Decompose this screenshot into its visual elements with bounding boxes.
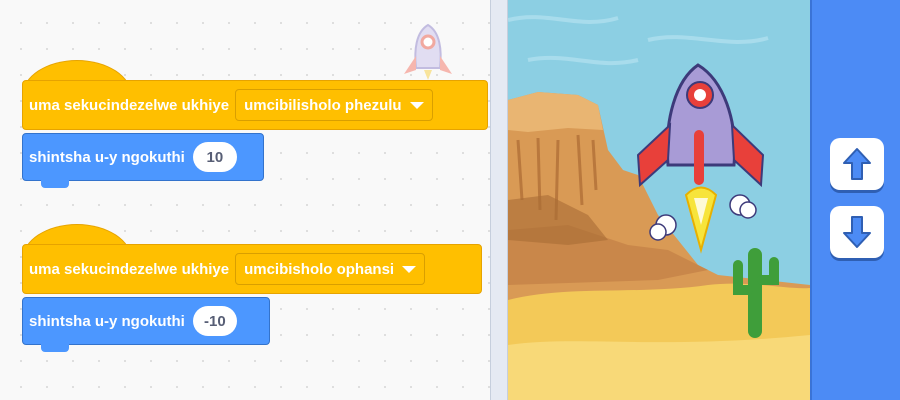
down-arrow-button[interactable] — [830, 206, 884, 258]
chevron-down-icon[interactable] — [402, 265, 417, 273]
change-y-value-input[interactable]: 10 — [192, 142, 237, 172]
when-key-pressed-block-up[interactable]: uma sekucindezelwe ukhiye umcibilisholo … — [22, 80, 488, 130]
motion-block-label: shintsha u-y ngokuthi — [29, 148, 185, 166]
change-y-block-up[interactable]: shintsha u-y ngokuthi 10 — [22, 133, 264, 188]
change-y-value-input[interactable]: -10 — [192, 306, 237, 336]
stage[interactable] — [508, 0, 810, 400]
key-dropdown-value: umcibisholo ophansi — [244, 260, 395, 278]
arrow-controls-panel — [810, 0, 900, 400]
key-dropdown-up[interactable]: umcibilisholo phezulu — [235, 89, 433, 121]
chevron-down-icon[interactable] — [409, 101, 424, 109]
desert-backdrop — [508, 0, 810, 400]
code-area[interactable]: uma sekucindezelwe ukhiye umcibilisholo … — [0, 0, 490, 400]
key-dropdown-down[interactable]: umcibisholo ophansi — [235, 253, 426, 285]
block-notch — [41, 344, 69, 352]
key-dropdown-value: umcibilisholo phezulu — [244, 96, 402, 114]
motion-block-label: shintsha u-y ngokuthi — [29, 312, 185, 330]
sprite-thumbnail-icon — [404, 23, 452, 80]
hat-block-label: uma sekucindezelwe ukhiye — [29, 260, 230, 278]
arrow-down-icon — [843, 216, 871, 248]
panel-divider[interactable] — [490, 0, 508, 400]
when-key-pressed-block-down[interactable]: uma sekucindezelwe ukhiye umcibisholo op… — [22, 244, 482, 294]
up-arrow-button[interactable] — [830, 138, 884, 190]
arrow-up-icon — [843, 148, 871, 180]
block-notch — [41, 180, 69, 188]
hat-block-label: uma sekucindezelwe ukhiye — [29, 96, 230, 114]
change-y-block-down[interactable]: shintsha u-y ngokuthi -10 — [22, 297, 270, 352]
